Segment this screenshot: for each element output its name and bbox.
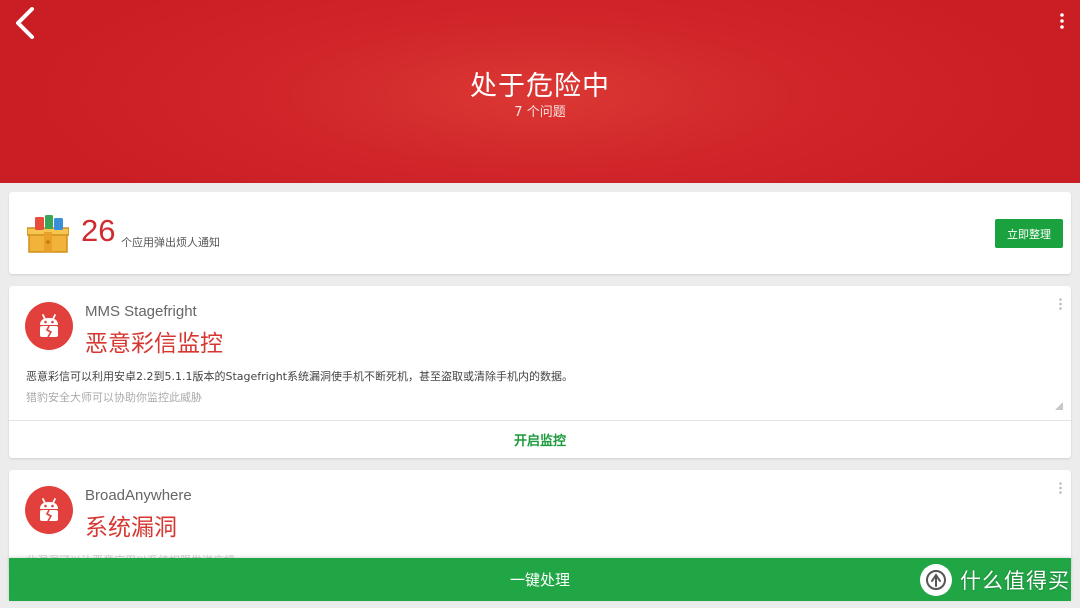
gift-box-icon xyxy=(27,215,69,253)
more-vertical-icon xyxy=(1058,298,1062,310)
enable-monitoring-button[interactable]: 开启监控 xyxy=(9,421,1071,458)
threat-description: 恶意彩信可以利用安卓2.2到5.1.1版本的Stagefright系统漏洞使手机… xyxy=(26,370,573,383)
threat-name: MMS Stagefright xyxy=(85,303,197,320)
card-more-button[interactable] xyxy=(1055,296,1065,312)
organize-now-button[interactable]: 立即整理 xyxy=(995,219,1063,248)
annoying-notifications-card: 26 个应用弹出烦人通知 立即整理 xyxy=(9,192,1071,274)
watermark: 什么值得买 xyxy=(920,563,1070,597)
watermark-logo xyxy=(920,564,952,596)
threat-card-stagefright: MMS Stagefright 恶意彩信监控 恶意彩信可以利用安卓2.2到5.1… xyxy=(9,286,1071,458)
more-vertical-icon xyxy=(1060,13,1064,29)
smzdm-logo-icon xyxy=(926,570,946,590)
more-menu-button[interactable] xyxy=(1056,11,1068,31)
threat-icon xyxy=(25,302,73,350)
page-title: 处于危险中 xyxy=(470,71,610,102)
issue-count: 7 个问题 xyxy=(514,105,566,120)
broken-android-icon xyxy=(40,314,58,338)
threat-card-broadanywhere: BroadAnywhere 系统漏洞 此漏洞可以让恶意应用以系统权限发送广播 xyxy=(9,470,1071,570)
card-more-button[interactable] xyxy=(1055,480,1065,496)
back-button[interactable] xyxy=(10,6,40,40)
threat-type: 恶意彩信监控 xyxy=(85,331,223,357)
expand-handle-icon[interactable] xyxy=(1055,402,1063,410)
threat-type: 系统漏洞 xyxy=(85,515,177,541)
chevron-left-icon xyxy=(16,7,34,39)
more-vertical-icon xyxy=(1058,482,1062,494)
threat-name: BroadAnywhere xyxy=(85,487,192,504)
fix-all-button[interactable]: 一键处理 xyxy=(9,558,1071,601)
danger-header: 处于危险中 7 个问题 xyxy=(0,0,1080,183)
watermark-text: 什么值得买 xyxy=(960,569,1070,593)
threat-icon xyxy=(25,486,73,534)
broken-android-icon xyxy=(40,498,58,522)
threat-hint: 猎豹安全大师可以协助你监控此威胁 xyxy=(26,391,202,404)
app-count-number: 26 xyxy=(81,213,116,248)
app-count-label: 个应用弹出烦人通知 xyxy=(121,236,220,249)
